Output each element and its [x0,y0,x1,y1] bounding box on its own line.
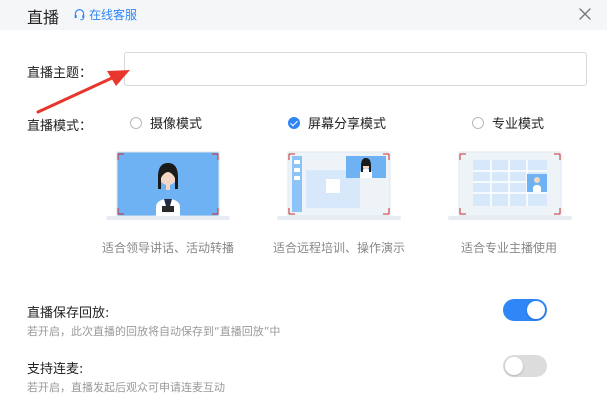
headset-icon [74,9,85,21]
close-icon[interactable] [575,4,595,24]
mode-label-camera: 摄像模式 [150,117,203,132]
mode-radio-pro[interactable] [472,116,484,129]
co-host-title: 支持连麦: [27,362,84,377]
mode-radio-camera[interactable] [130,116,142,129]
save-playback-toggle[interactable] [503,299,547,321]
mode-label-screen-share: 屏幕分享模式 [308,117,387,132]
online-service-label: 在线客服 [89,8,138,22]
mode-option-camera[interactable]: 摄像模式 [130,113,202,132]
pro-mode-illustration[interactable] [445,146,575,226]
co-host-desc: 若开启，直播发起后观众可申请连麦互动 [27,381,225,394]
toggle-knob [505,357,523,375]
mode-desc-screen-share: 适合远程培训、操作演示 [273,241,406,255]
save-playback-desc: 若开启，此次直播的回放将自动保存到“直播回放”中 [27,325,281,338]
topic-label: 直播主题： [27,66,93,81]
mode-desc-pro: 适合专业主播使用 [461,241,558,255]
dialog-header: 直播 在线客服 [0,0,607,30]
camera-mode-illustration[interactable] [103,146,233,226]
mode-option-screen-share[interactable]: 屏幕分享模式 [288,113,386,132]
screen-share-mode-illustration[interactable] [274,146,404,226]
online-service-link[interactable]: 在线客服 [73,6,137,23]
mode-radio-screen-share[interactable] [288,116,300,129]
mode-desc-camera: 适合领导讲话、活动转播 [102,241,235,255]
mode-option-pro[interactable]: 专业模式 [472,113,544,132]
save-playback-title: 直播保存回放: [27,306,110,321]
mode-label-pro: 专业模式 [492,117,545,132]
mode-label: 直播模式： [27,119,93,134]
toggle-knob [527,301,545,319]
dialog-title: 直播 [27,8,60,27]
co-host-toggle[interactable] [503,355,547,377]
topic-input[interactable] [124,52,587,86]
